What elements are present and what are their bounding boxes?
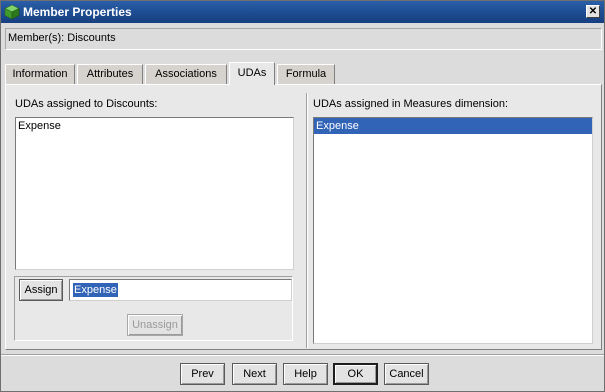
assigned-udas-list[interactable]: Expense <box>15 117 294 270</box>
tab-label: UDAs <box>237 67 267 79</box>
member-field: Member(s): Discounts <box>5 28 602 50</box>
uda-input-value: Expense <box>73 283 118 297</box>
close-button[interactable]: ✕ <box>586 5 600 18</box>
tab-formula[interactable]: Formula <box>277 64 335 84</box>
left-panel-label: UDAs assigned to Discounts: <box>15 98 158 110</box>
right-panel-label: UDAs assigned in Measures dimension: <box>313 98 509 110</box>
udas-tab-panel: UDAs assigned to Discounts: Expense Assi… <box>5 84 602 350</box>
title-bar[interactable]: Member Properties ✕ <box>1 1 604 23</box>
ok-button[interactable]: OK <box>333 363 378 385</box>
unassign-button-label: Unassign <box>132 319 178 331</box>
next-button-label: Next <box>243 368 266 380</box>
window-title: Member Properties <box>23 5 132 19</box>
panel-divider <box>306 93 308 348</box>
assign-button[interactable]: Assign <box>19 279 63 301</box>
prev-button-label: Prev <box>191 368 214 380</box>
help-button[interactable]: Help <box>283 363 328 385</box>
tab-label: Formula <box>285 68 327 80</box>
list-item[interactable]: Expense <box>16 118 293 134</box>
footer-separator <box>1 354 604 356</box>
unassign-button[interactable]: Unassign <box>127 314 183 336</box>
cancel-button-label: Cancel <box>389 368 424 380</box>
tab-associations[interactable]: Associations <box>145 64 227 84</box>
help-button-label: Help <box>294 368 317 380</box>
cube-icon <box>4 4 20 20</box>
list-item[interactable]: Expense <box>314 118 592 134</box>
next-button[interactable]: Next <box>232 363 277 385</box>
cancel-button[interactable]: Cancel <box>384 363 429 385</box>
tab-attributes[interactable]: Attributes <box>77 64 143 84</box>
tab-udas[interactable]: UDAs <box>229 62 275 85</box>
member-properties-dialog: Member Properties ✕ Member(s): Discounts… <box>0 0 605 392</box>
member-label: Member(s): Discounts <box>8 32 116 44</box>
tab-label: Attributes <box>86 68 134 80</box>
assign-group: Assign Expense Unassign <box>14 276 293 341</box>
assign-button-label: Assign <box>24 284 58 296</box>
uda-input[interactable]: Expense <box>69 279 292 301</box>
tab-information[interactable]: Information <box>5 64 75 84</box>
tab-label: Information <box>12 68 68 80</box>
ok-button-label: OK <box>347 368 364 380</box>
tab-label: Associations <box>155 68 217 80</box>
dimension-udas-list[interactable]: Expense <box>313 117 593 344</box>
prev-button[interactable]: Prev <box>180 363 225 385</box>
